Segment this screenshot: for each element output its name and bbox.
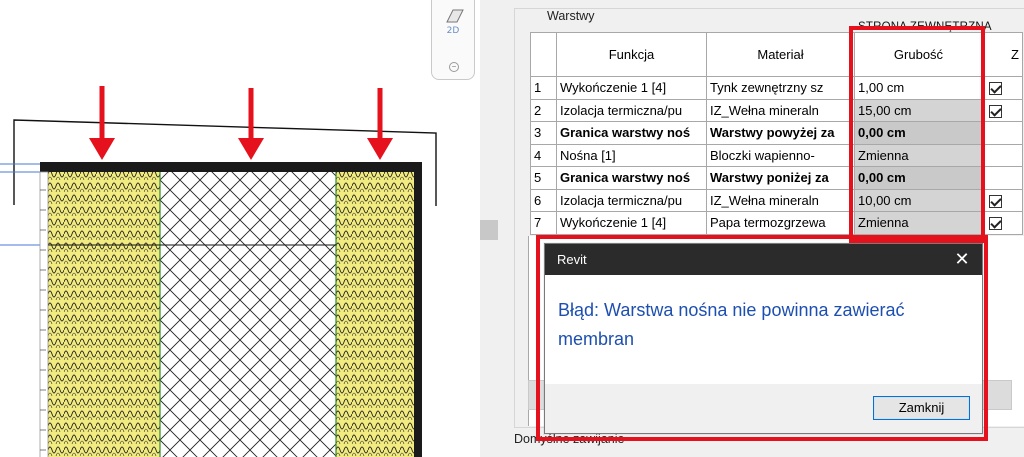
material-cell[interactable]: IZ_Wełna mineraln: [706, 188, 855, 212]
header-thickness[interactable]: Grubość: [854, 32, 983, 77]
wall-section-view[interactable]: 2D −: [0, 0, 480, 457]
wrap-cell[interactable]: [982, 76, 1023, 100]
splitter-grip[interactable]: [480, 220, 498, 240]
material-cell[interactable]: Warstwy powyżej za: [706, 121, 855, 145]
dialog-titlebar[interactable]: Revit ✕: [545, 244, 982, 275]
default-wrapping-label: Domyślne zawijanie: [512, 432, 627, 446]
thickness-cell[interactable]: Zmienna: [854, 211, 983, 235]
thickness-cell[interactable]: 1,00 cm: [854, 76, 983, 100]
header-number: [530, 32, 557, 77]
function-cell[interactable]: Nośna [1]: [556, 143, 707, 167]
header-function[interactable]: Funkcja: [556, 32, 707, 77]
table-row[interactable]: 5 Granica warstwy noś Warstwy poniżej za…: [530, 166, 1023, 190]
insulation-left: [48, 172, 160, 457]
thickness-cell[interactable]: 0,00 cm: [854, 166, 983, 190]
function-cell[interactable]: Granica warstwy noś: [556, 121, 707, 145]
header-wrap[interactable]: Z: [982, 32, 1023, 77]
thickness-cell[interactable]: 15,00 cm: [854, 98, 983, 122]
table-row[interactable]: 7 Wykończenie 1 [4] Papa termozgrzewa Zm…: [530, 211, 1023, 235]
table-row[interactable]: 6 Izolacja termiczna/pu IZ_Wełna mineral…: [530, 188, 1023, 212]
row-number: 6: [530, 188, 557, 212]
header-material[interactable]: Materiał: [706, 32, 855, 77]
table-row[interactable]: 1 Wykończenie 1 [4] Tynk zewnętrzny sz 1…: [530, 76, 1023, 100]
error-dialog: Revit ✕ Błąd: Warstwa nośna nie powinna …: [544, 243, 983, 434]
insulation-right: [336, 172, 414, 457]
material-cell[interactable]: IZ_Wełna mineraln: [706, 98, 855, 122]
view-control-2d[interactable]: 2D −: [431, 0, 475, 80]
function-cell[interactable]: Wykończenie 1 [4]: [556, 211, 707, 235]
wrap-checkbox[interactable]: [989, 82, 1002, 96]
material-cell[interactable]: Papa termozgrzewa: [706, 211, 855, 235]
dialog-footer: Zamknij: [545, 384, 982, 433]
thickness-cell[interactable]: 10,00 cm: [854, 188, 983, 212]
plane-icon: [446, 9, 464, 23]
row-number: 3: [530, 121, 557, 145]
function-cell[interactable]: Wykończenie 1 [4]: [556, 76, 707, 100]
top-membrane: [40, 162, 422, 172]
red-arrow: [367, 88, 393, 160]
wrap-cell: [982, 166, 1023, 190]
close-button[interactable]: Zamknij: [873, 396, 970, 420]
function-cell[interactable]: Izolacja termiczna/pu: [556, 188, 707, 212]
group-title: Warstwy: [545, 9, 597, 23]
dialog-title: Revit: [557, 252, 587, 267]
row-number: 4: [530, 143, 557, 167]
wall-section-drawing: [0, 86, 437, 457]
wrap-checkbox[interactable]: [989, 194, 1002, 208]
wrap-cell[interactable]: [982, 143, 1023, 167]
wrap-cell[interactable]: [982, 211, 1023, 235]
row-number: 2: [530, 98, 557, 122]
material-cell[interactable]: Tynk zewnętrzny sz: [706, 76, 855, 100]
table-row[interactable]: 3 Granica warstwy noś Warstwy powyżej za…: [530, 121, 1023, 145]
core-layer: [160, 172, 336, 457]
thickness-cell[interactable]: Zmienna: [854, 143, 983, 167]
red-arrow: [238, 88, 264, 160]
wrap-checkbox[interactable]: [989, 217, 1002, 231]
wrap-cell[interactable]: [982, 98, 1023, 122]
function-cell[interactable]: Granica warstwy noś: [556, 166, 707, 190]
wrap-cell[interactable]: [982, 188, 1023, 212]
error-message: Błąd: Warstwa nośna nie powinna zawierać…: [558, 300, 905, 349]
layers-table: Funkcja Materiał Grubość Z 1 Wykończenie…: [530, 32, 1023, 235]
row-number: 5: [530, 166, 557, 190]
table-header-row: Funkcja Materiał Grubość Z: [530, 32, 1023, 77]
minus-icon[interactable]: −: [449, 62, 459, 72]
material-cell[interactable]: Warstwy poniżej za: [706, 166, 855, 190]
thickness-cell[interactable]: 0,00 cm: [854, 121, 983, 145]
view-2d-label: 2D: [446, 26, 460, 36]
wrap-checkbox[interactable]: [989, 104, 1002, 118]
close-icon[interactable]: ✕: [950, 248, 974, 270]
table-row[interactable]: 4 Nośna [1] Bloczki wapienno- Zmienna: [530, 143, 1023, 167]
row-number: 7: [530, 211, 557, 235]
function-cell[interactable]: Izolacja termiczna/pu: [556, 98, 707, 122]
wrap-cell: [982, 121, 1023, 145]
material-cell[interactable]: Bloczki wapienno-: [706, 143, 855, 167]
table-row[interactable]: 2 Izolacja termiczna/pu IZ_Wełna mineral…: [530, 98, 1023, 122]
row-number: 1: [530, 76, 557, 100]
panel-splitter[interactable]: [480, 0, 498, 457]
wrap-checkbox[interactable]: [989, 149, 1002, 163]
